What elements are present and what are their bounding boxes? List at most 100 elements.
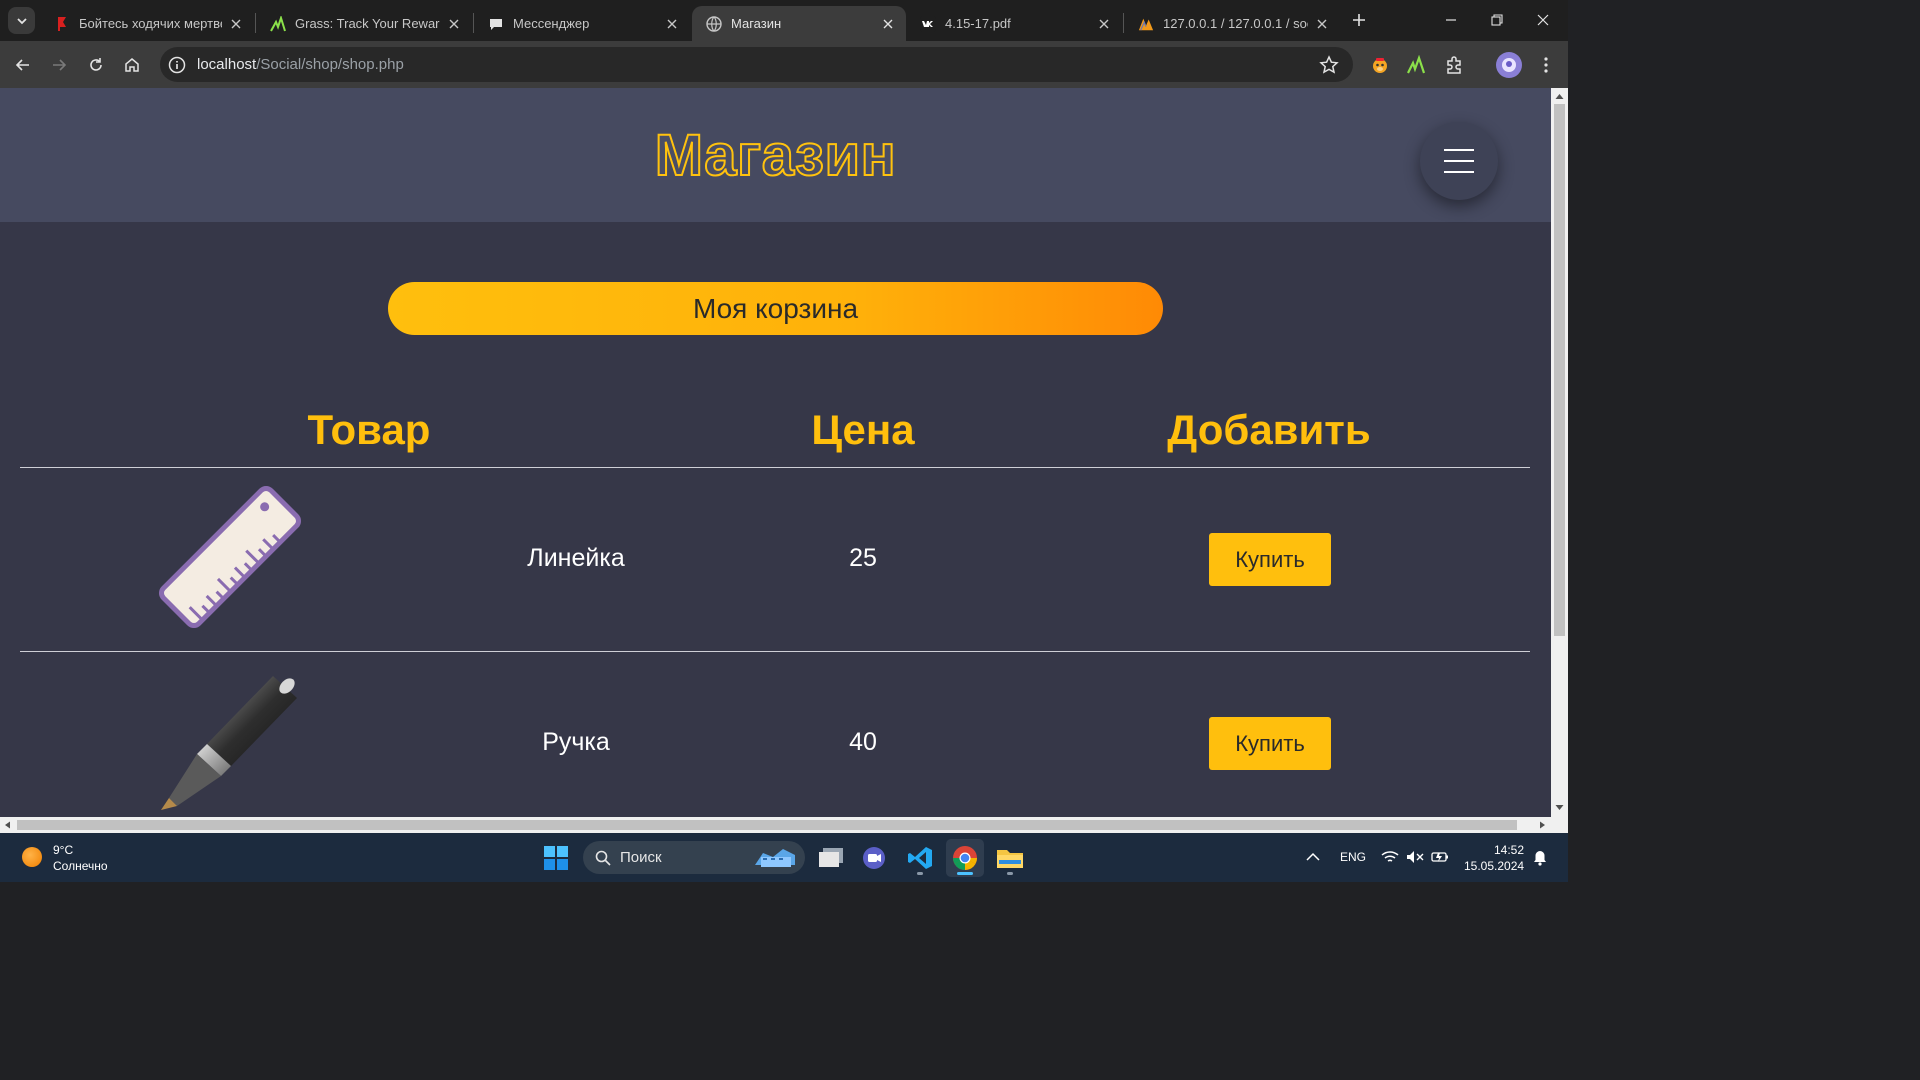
weather-temperature: 9°C <box>53 843 74 857</box>
home-button[interactable] <box>118 51 146 79</box>
close-icon[interactable] <box>1314 16 1330 32</box>
star-icon[interactable] <box>1319 55 1339 75</box>
taskbar-search-box[interactable]: Поиск <box>583 841 805 874</box>
taskbar-app-vscode[interactable] <box>901 839 939 877</box>
vertical-scrollbar[interactable] <box>1551 88 1568 817</box>
column-header-add: Добавить <box>1167 406 1371 453</box>
browser-tab-strip: Бойтесь ходячих мертвец Grass: Track You… <box>0 0 1568 41</box>
more-menu-icon[interactable] <box>1534 53 1558 77</box>
scroll-down-arrow-icon[interactable] <box>1555 803 1564 812</box>
home-icon <box>125 58 139 72</box>
vscode-icon <box>908 847 932 869</box>
url-path: /Social/shop/shop.php <box>256 56 404 73</box>
running-indicator <box>957 872 973 875</box>
notification-bell-icon[interactable] <box>1533 850 1547 866</box>
minimize-icon <box>1446 19 1456 21</box>
volume-muted-icon[interactable] <box>1406 850 1424 864</box>
column-header-price: Цена <box>811 406 915 453</box>
page-viewport: Магазин Моя корзина Товар Цена Добавить … <box>0 88 1551 817</box>
tab-search-button[interactable] <box>8 7 35 34</box>
product-name: Линейка <box>527 544 625 572</box>
tab-pdf[interactable]: 4.15-17.pdf <box>906 6 1122 41</box>
product-price: 25 <box>849 544 877 572</box>
tab-title: Grass: Track Your Rewards <box>295 16 440 31</box>
close-icon[interactable] <box>664 16 680 32</box>
site-header: Магазин <box>0 88 1551 222</box>
buy-button[interactable]: Купить <box>1209 533 1331 586</box>
table-divider <box>20 651 1530 652</box>
puzzle-icon[interactable] <box>1442 53 1466 77</box>
start-button[interactable] <box>537 839 575 877</box>
horizontal-scrollbar[interactable] <box>0 817 1568 833</box>
battery-icon[interactable] <box>1431 850 1449 864</box>
my-cart-button[interactable]: Моя корзина <box>388 282 1163 335</box>
arrow-left-icon <box>15 59 29 71</box>
extension-grass-icon[interactable] <box>1404 53 1428 77</box>
clock-time: 14:52 <box>1493 843 1524 857</box>
plus-icon <box>1353 14 1365 26</box>
pen-icon <box>161 676 297 810</box>
tab-shop[interactable]: Магазин <box>692 6 906 41</box>
search-label: Поиск <box>620 849 662 866</box>
column-header-product: Товар <box>307 406 431 453</box>
address-bar[interactable]: localhost/Social/shop/shop.php <box>160 47 1353 82</box>
menu-line <box>1444 149 1474 151</box>
chrome-icon <box>953 846 977 870</box>
hamburger-menu-button[interactable] <box>1420 122 1498 200</box>
close-icon[interactable] <box>228 16 244 32</box>
restore-button[interactable] <box>1474 0 1520 40</box>
search-icon <box>595 850 611 866</box>
video-chat-icon <box>863 847 885 869</box>
close-icon[interactable] <box>880 16 896 32</box>
input-language[interactable]: ENG <box>1340 850 1366 864</box>
taskbar-app-chat[interactable] <box>856 839 894 877</box>
windows-taskbar: 9°C Солнечно Поиск ENG 14:52 15.05.2024 <box>0 833 1568 882</box>
chat-bubble-icon <box>488 16 504 32</box>
tab-phpmyadmin[interactable]: 127.0.0.1 / 127.0.0.1 / socia <box>1124 6 1340 41</box>
menu-line <box>1444 171 1474 173</box>
tab-grass[interactable]: Grass: Track Your Rewards <box>256 6 472 41</box>
phpmyadmin-icon <box>1138 16 1154 32</box>
chevron-up-icon[interactable] <box>1306 852 1320 862</box>
url-text[interactable]: localhost/Social/shop/shop.php <box>197 56 404 73</box>
running-indicator <box>917 872 923 875</box>
back-button[interactable] <box>9 51 37 79</box>
sun-weather-icon[interactable] <box>22 847 42 867</box>
grass-icon <box>270 15 286 32</box>
scroll-left-arrow-icon[interactable] <box>4 821 12 829</box>
system-clock[interactable]: 14:52 15.05.2024 <box>1464 842 1524 874</box>
weather-widget[interactable]: 9°C Солнечно <box>53 842 108 874</box>
wifi-icon[interactable] <box>1381 850 1399 864</box>
close-icon[interactable] <box>446 16 462 32</box>
scrollbar-thumb[interactable] <box>1554 104 1565 636</box>
taskbar-app-chrome[interactable] <box>946 839 984 877</box>
task-view-icon <box>819 848 843 867</box>
tab-messenger[interactable]: Мессенджер <box>474 6 690 41</box>
taskbar-app-explorer[interactable] <box>991 839 1029 877</box>
scroll-right-arrow-icon[interactable] <box>1538 821 1546 829</box>
chevron-down-icon <box>16 17 27 24</box>
reload-button[interactable] <box>82 51 110 79</box>
url-host: localhost <box>197 56 257 73</box>
windows-logo-icon <box>544 846 568 870</box>
tab-walking-dead[interactable]: Бойтесь ходячих мертвец <box>40 6 254 41</box>
forward-button[interactable] <box>45 51 73 79</box>
profile-avatar-icon[interactable] <box>1496 52 1522 78</box>
scrollbar-thumb[interactable] <box>17 820 1517 830</box>
info-icon[interactable] <box>168 56 186 74</box>
tab-title: 127.0.0.1 / 127.0.0.1 / socia <box>1163 16 1308 31</box>
product-name: Ручка <box>542 728 610 756</box>
scroll-up-arrow-icon[interactable] <box>1555 92 1564 101</box>
task-view-button[interactable] <box>812 839 850 877</box>
vk-icon <box>920 15 936 32</box>
tab-title: Мессенджер <box>513 16 590 31</box>
new-tab-button[interactable] <box>1348 9 1370 31</box>
minimize-button[interactable] <box>1428 0 1474 40</box>
close-icon[interactable] <box>1096 16 1112 32</box>
globe-icon <box>706 15 722 32</box>
buy-button[interactable]: Купить <box>1209 717 1331 770</box>
arrow-right-icon <box>53 59 67 71</box>
clock-date: 15.05.2024 <box>1464 859 1525 873</box>
extension-monkey-icon[interactable] <box>1368 53 1392 77</box>
close-window-button[interactable] <box>1520 0 1566 40</box>
